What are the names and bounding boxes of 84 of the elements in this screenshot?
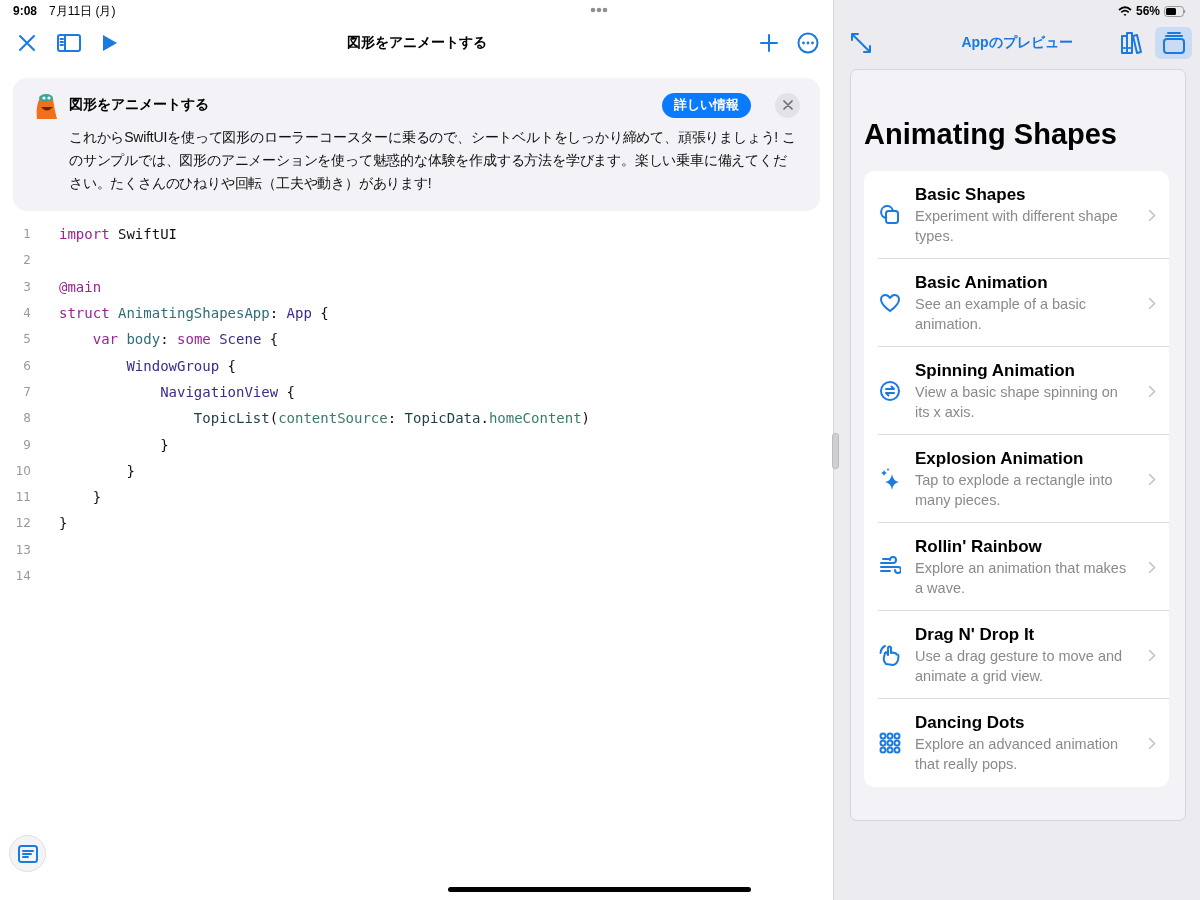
line-number: 7 <box>22 384 31 399</box>
topic-title: Spinning Animation <box>915 360 1076 382</box>
line-number: 4 <box>22 306 31 321</box>
topic-description: Experiment with different shape types. <box>915 207 1119 246</box>
line-number: 8 <box>22 411 31 426</box>
topic-title: Basic Shapes <box>915 184 1027 206</box>
editor-title: 図形をアニメートする <box>346 34 487 50</box>
line-number: 10 <box>14 463 31 478</box>
line-number: 2 <box>22 253 31 268</box>
topic-row[interactable]: Drag N' Drop It Use a drag gesture to move and animate a grid view. <box>864 611 1169 699</box>
window-stack-icon <box>1161 31 1186 55</box>
plus-icon[interactable] <box>759 33 779 53</box>
line-number: 9 <box>22 437 31 452</box>
split-handle[interactable] <box>832 433 839 469</box>
topic-description: View a basic shape spinning on its x axis. <box>915 383 1119 422</box>
line-number: 13 <box>14 542 31 557</box>
chevron-icon <box>1148 648 1156 662</box>
chevron-icon <box>1148 472 1156 486</box>
code-line: } <box>91 489 102 506</box>
line-number: 6 <box>22 358 31 373</box>
code-line: import SwiftUI <box>59 226 177 243</box>
more-info-button[interactable]: 詳しい情報 <box>662 92 751 118</box>
code-line: } <box>59 515 68 532</box>
arrows-circle-icon <box>878 380 901 402</box>
line-number: 3 <box>22 279 31 294</box>
topic-title: Basic Animation <box>915 272 1049 294</box>
battery-percent: 56% <box>1135 4 1160 18</box>
code-line: TopicList(contentSource: TopicData.homeContent) <box>192 410 591 427</box>
dots-grid-icon <box>878 732 901 754</box>
hand-icon <box>878 644 901 666</box>
line-number: 5 <box>22 332 31 347</box>
topic-row[interactable]: Dancing Dots Explore an advanced animation that really pops. <box>864 699 1169 787</box>
line-number: 1 <box>22 227 31 242</box>
topic-row[interactable]: Rollin' Rainbow Explore an animation that makes a wave. <box>864 523 1169 611</box>
close-icon <box>782 100 793 110</box>
play-icon[interactable] <box>101 33 119 53</box>
more-icon[interactable] <box>797 32 819 54</box>
status-time: 9:08 <box>13 4 38 18</box>
code-line: NavigationView { <box>159 383 295 400</box>
status-date: 7月11日 (月) <box>49 2 116 20</box>
topic-description: Explore an animation that makes a wave. <box>915 559 1128 598</box>
topic-row[interactable]: Basic Animation See an example of a basic animation. <box>864 259 1169 347</box>
chevron-icon <box>1148 208 1156 222</box>
view-button[interactable] <box>1155 27 1192 59</box>
topic-row[interactable]: Spinning Animation View a basic shape spinning on its x axis. <box>864 347 1169 435</box>
preview-heading: Animating Shapes <box>864 118 1118 151</box>
topic-description: Tap to explode a rectangle into many pieces. <box>915 471 1114 510</box>
topic-row[interactable]: Basic Shapes Experiment with different shape types. <box>864 171 1169 259</box>
banner-title: 図形をアニメートする <box>69 96 209 114</box>
topic-title: Dancing Dots <box>915 712 1026 734</box>
code-line: } <box>159 436 169 453</box>
dismiss-button[interactable] <box>775 92 800 118</box>
chevron-icon <box>1148 560 1156 574</box>
code-line: struct AnimatingShapesApp: App { <box>59 305 329 322</box>
wifi-icon <box>1117 5 1132 17</box>
library-icon <box>1120 31 1145 55</box>
expand-icon[interactable] <box>850 32 872 54</box>
chevron-icon <box>1148 736 1156 750</box>
multitasking-dots-icon[interactable] <box>590 7 608 13</box>
chevron-icon <box>1148 296 1156 310</box>
line-number: 11 <box>14 490 31 505</box>
close-icon[interactable] <box>17 33 37 53</box>
banner-text: これからSwiftUIを使って図形のローラーコースターに乗るので、シートベルトをしっかり締めて、頑張りましょう! このサンプルでは、図形のアニメーションを使って魅惑的な体験を作成する方法を学びます。楽しい乗車に備えてください。たくさんのひねりや回転（工夫や動き）があります! <box>69 128 797 193</box>
document-icon <box>17 844 38 863</box>
squares-icon <box>878 204 901 226</box>
code-line: } <box>125 462 135 479</box>
topic-description: Use a drag gesture to move and animate a grid view. <box>915 647 1124 686</box>
chevron-icon <box>1148 384 1156 398</box>
preview-title: Appのプレビュー <box>961 34 1073 50</box>
code-line: WindowGroup { <box>125 357 236 374</box>
heart-icon <box>878 292 901 314</box>
topic-title: Drag N' Drop It <box>915 624 1036 646</box>
code-line: var body: some Scene { <box>91 331 279 348</box>
notes-button[interactable] <box>9 835 46 872</box>
topic-description: Explore an advanced animation that really pops. <box>915 735 1120 774</box>
topic-row[interactable]: Explosion Animation Tap to explode a rectangle into many pieces. <box>864 435 1169 523</box>
topic-description: See an example of a basic animation. <box>915 295 1087 334</box>
topic-title: Rollin' Rainbow <box>915 536 1043 558</box>
line-number: 14 <box>14 569 31 583</box>
battery-icon <box>1164 5 1186 17</box>
code-line: @main <box>59 278 102 295</box>
sidebar-icon[interactable] <box>57 33 81 53</box>
line-number: 12 <box>14 516 31 531</box>
topic-title: Explosion Animation <box>915 448 1085 470</box>
